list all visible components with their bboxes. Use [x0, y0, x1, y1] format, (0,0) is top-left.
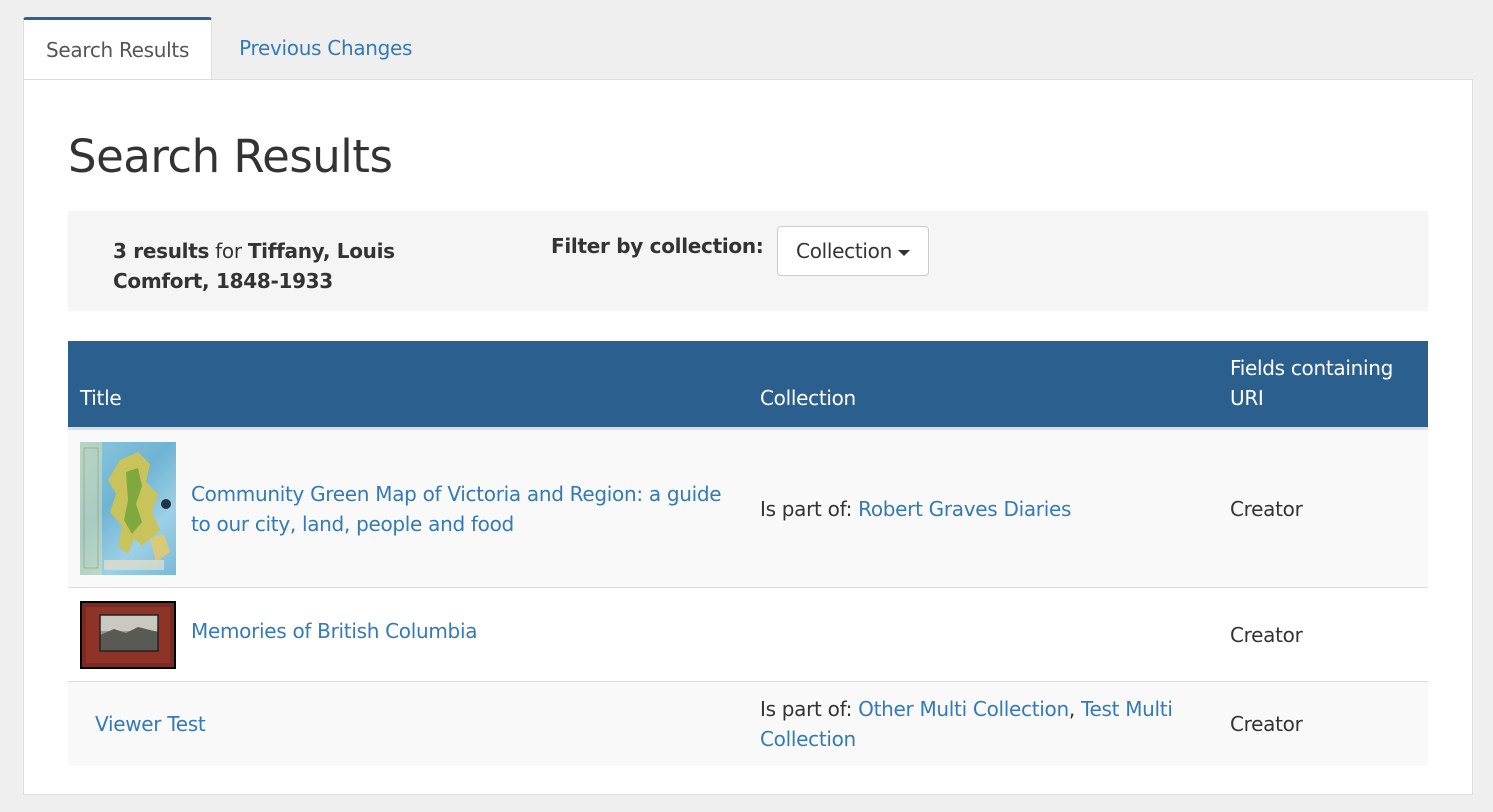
table-row: Community Green Map of Victoria and Regi… [68, 428, 1428, 588]
tab-previous-changes[interactable]: Previous Changes [212, 17, 434, 78]
results-summary-bar: 3 results for Tiffany, Louis Comfort, 18… [68, 211, 1428, 311]
result-title-link[interactable]: Memories of British Columbia [191, 616, 477, 646]
column-header-fields: Fields containing URI [1218, 341, 1428, 430]
query-line-1: Tiffany, Louis [247, 239, 395, 263]
fields-cell: Creator [1218, 428, 1428, 588]
column-header-title: Title [68, 341, 748, 430]
collection-link[interactable]: Other Multi Collection [858, 697, 1069, 721]
collection-link[interactable]: Robert Graves Diaries [858, 497, 1071, 521]
results-table: Title Collection Fields containing URI C… [68, 341, 1428, 766]
collection-prefix: Is part of: [760, 496, 853, 521]
tab-search-results[interactable]: Search Results [23, 17, 213, 79]
result-title-link[interactable]: Community Green Map of Victoria and Regi… [191, 479, 736, 539]
table-header-row: Title Collection Fields containing URI [68, 341, 1428, 430]
collection-filter-dropdown[interactable]: Collection [777, 226, 929, 276]
collection-separator: , [1068, 696, 1075, 721]
result-count-number: 3 results [113, 239, 210, 263]
page-title: Search Results [68, 130, 393, 183]
filter-label: Filter by collection: [551, 234, 764, 258]
collection-filter-label: Collection [796, 239, 892, 263]
album-thumbnail[interactable] [80, 600, 176, 669]
table-row: Viewer Test Is part of: Other Multi Coll… [68, 681, 1428, 766]
result-title-link[interactable]: Viewer Test [95, 712, 206, 736]
result-count: 3 results for Tiffany, Louis Comfort, 18… [113, 236, 433, 296]
tab-bar: Search Results Previous Changes [23, 17, 434, 79]
collection-prefix: Is part of: [760, 696, 853, 721]
collection-cell-empty [748, 587, 1218, 682]
result-for-text: for [215, 239, 242, 263]
table-row: Memories of British Columbia Creator [68, 587, 1428, 682]
caret-down-icon [897, 249, 910, 256]
tab-panel: Search Results 3 results for Tiffany, Lo… [23, 79, 1473, 795]
fields-cell: Creator [1218, 587, 1428, 682]
map-thumbnail[interactable] [80, 442, 176, 575]
column-header-collection: Collection [748, 341, 1218, 430]
fields-cell: Creator [1218, 681, 1428, 766]
query-line-2: Comfort, 1848-1933 [113, 269, 333, 293]
